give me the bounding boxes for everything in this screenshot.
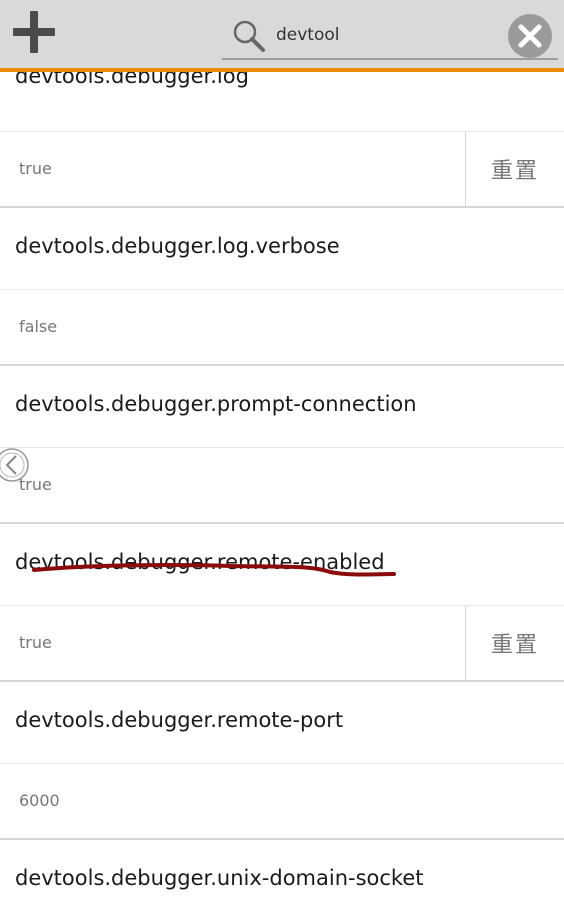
- pref-name: devtools.debugger.log.verbose: [15, 234, 340, 258]
- pref-name-row[interactable]: devtools.debugger.unix-domain-socket: [0, 840, 564, 913]
- annotation-underline: [32, 563, 396, 577]
- pref-name-row[interactable]: devtools.debugger.prompt-connection: [0, 366, 564, 448]
- reset-button[interactable]: 重置: [465, 132, 564, 206]
- pref-value-row[interactable]: true 重置: [0, 606, 564, 682]
- top-toolbar: [0, 0, 564, 72]
- pref-value: 6000: [19, 791, 60, 810]
- search-bar: [222, 12, 558, 60]
- preference-list: devtools.debugger.log true 重置 devtools.d…: [0, 50, 564, 913]
- pref-name: devtools.debugger.unix-domain-socket: [15, 866, 424, 890]
- add-button[interactable]: [10, 8, 58, 56]
- back-edge-icon[interactable]: [0, 442, 32, 488]
- about-config-screen: devtools.debugger.log true 重置 devtools.d…: [0, 0, 564, 913]
- pref-value-row[interactable]: false: [0, 290, 564, 366]
- close-circle-icon: [508, 14, 552, 58]
- pref-name: devtools.debugger.remote-port: [15, 708, 344, 732]
- reset-button[interactable]: 重置: [465, 606, 564, 680]
- pref-name-row[interactable]: devtools.debugger.log.verbose: [0, 208, 564, 290]
- search-icon: [233, 20, 265, 52]
- pref-value: true: [19, 159, 52, 178]
- pref-name-row[interactable]: devtools.debugger.remote-port: [0, 682, 564, 764]
- pref-value: true: [19, 633, 52, 652]
- plus-icon: [13, 11, 55, 53]
- clear-search-button[interactable]: [506, 12, 554, 60]
- search-input[interactable]: [276, 20, 496, 50]
- pref-value-row[interactable]: true: [0, 448, 564, 524]
- pref-value-row[interactable]: 6000: [0, 764, 564, 840]
- pref-value-row[interactable]: true 重置: [0, 132, 564, 208]
- pref-value: false: [19, 317, 58, 336]
- pref-name: devtools.debugger.prompt-connection: [15, 392, 417, 416]
